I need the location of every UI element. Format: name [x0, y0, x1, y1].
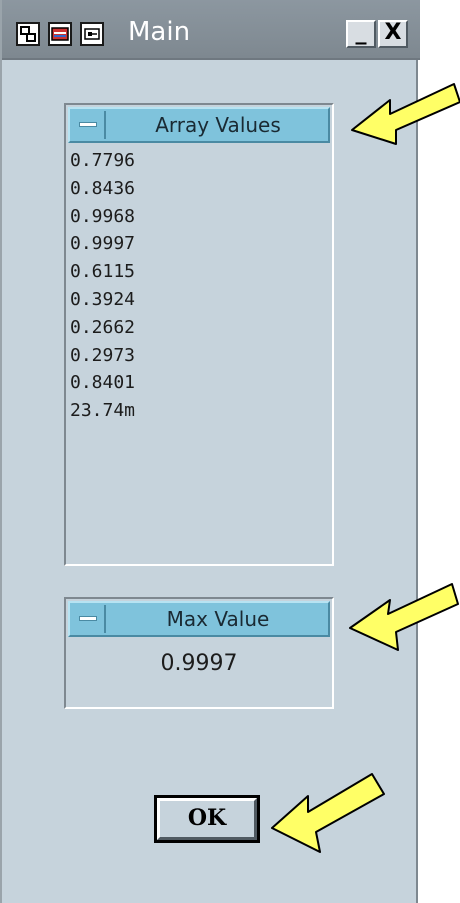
array-values-title: Array Values — [155, 113, 281, 137]
max-collapse-button[interactable] — [72, 605, 106, 633]
array-collapse-button[interactable] — [72, 111, 106, 139]
list-item: 0.9997 — [70, 233, 136, 255]
arrow-max-value-icon — [349, 583, 459, 651]
window-title: Main — [128, 17, 191, 47]
max-value-display: 0.9997 — [160, 651, 238, 676]
minimize-button[interactable]: _ — [346, 20, 376, 48]
arrow-ok-button-icon — [271, 773, 385, 853]
title-bar[interactable]: Main _ X — [2, 0, 420, 60]
ok-button[interactable]: OK — [154, 795, 260, 843]
max-value-title: Max Value — [166, 607, 270, 631]
array-values-header: Array Values — [68, 107, 330, 143]
array-values-panel: Array Values 0.7796 0.8436 0.9968 0.9997… — [64, 103, 334, 566]
arrow-array-values-icon — [351, 83, 460, 145]
list-item: 0.2973 — [70, 344, 136, 366]
list-item: 0.8401 — [70, 372, 136, 394]
list-item: 0.2662 — [70, 316, 136, 338]
list-item: 23.74m — [70, 400, 136, 422]
front-panel-icon[interactable] — [48, 22, 72, 46]
block-diagram-icon[interactable] — [80, 22, 104, 46]
close-button[interactable]: X — [378, 20, 408, 48]
list-item: 0.7796 — [70, 150, 136, 171]
max-value-panel: Max Value 0.9997 — [64, 597, 334, 709]
minus-icon — [79, 616, 97, 621]
list-item: 0.9968 — [70, 205, 136, 227]
minus-icon — [79, 122, 97, 127]
window-menu-icon[interactable] — [16, 22, 40, 46]
list-item: 0.6115 — [70, 261, 136, 283]
list-item: 0.3924 — [70, 288, 136, 310]
array-values-list: 0.7796 0.8436 0.9968 0.9997 0.6115 0.392… — [70, 147, 135, 425]
max-value-header: Max Value — [68, 601, 330, 637]
ok-button-label: OK — [157, 798, 257, 840]
list-item: 0.8436 — [70, 177, 136, 199]
